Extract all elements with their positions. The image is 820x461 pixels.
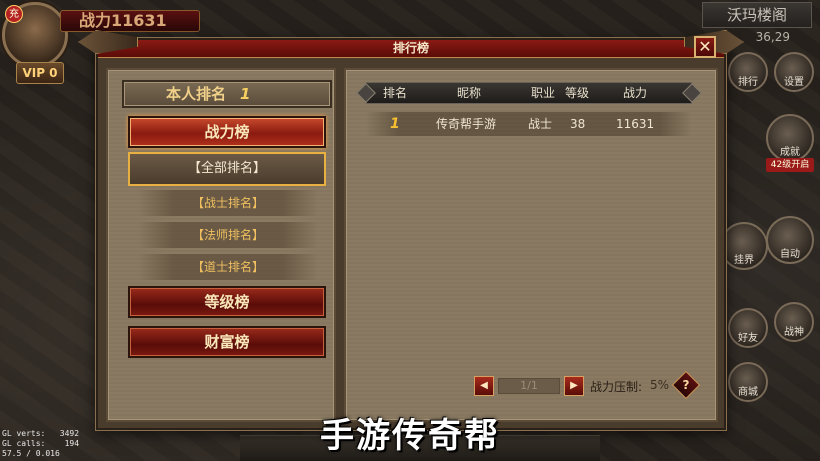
col-rank-header: 排名 <box>383 86 408 100</box>
dialog-title: 排行榜 <box>98 40 724 58</box>
row-name: 传奇帮手游 <box>436 117 497 131</box>
row-power: 11631 <box>616 117 655 131</box>
power-suppress-label: 战力压制: <box>590 380 643 394</box>
next-page-button[interactable]: ▶ <box>564 376 584 396</box>
filter-all-button[interactable]: 【全部排名】 <box>128 152 326 186</box>
self-rank-header: 本人排名 1 <box>122 80 332 108</box>
player-avatar[interactable]: 充 <box>2 2 68 68</box>
close-button[interactable]: ✕ <box>694 36 716 58</box>
col-power-header: 战力 <box>623 86 648 100</box>
filter-mage-button[interactable]: 【法师排名】 <box>138 222 318 248</box>
ranking-dialog: 排行榜 ✕ 本人排名 1 战力榜 【全部排名】 【战士排名】 【法师排名】 【道士… <box>78 30 726 430</box>
category-panel: 本人排名 1 战力榜 【全部排名】 【战士排名】 【法师排名】 【道士排名】 等级… <box>106 68 336 422</box>
header-diamond-left <box>356 83 376 103</box>
table-row[interactable]: 1 传奇帮手游 战士 38 11631 <box>366 112 692 136</box>
level-ranking-button[interactable]: 等级榜 <box>128 286 326 318</box>
col-name-header: 昵称 <box>457 86 482 100</box>
power-suppress-value: 5% <box>650 378 670 392</box>
help-button[interactable]: ? <box>671 370 701 400</box>
watermark: 手游传奇帮 <box>320 416 500 456</box>
ranking-list-panel: 排名 昵称 职业 等级 战力 1 传奇帮手游 战士 38 11631 ◀ 1/1… <box>344 68 718 422</box>
col-class-header: 职业 <box>531 86 556 100</box>
map-coords: 36,29 <box>755 30 790 44</box>
hang-side-icon[interactable]: 挂界 <box>720 222 768 270</box>
prev-page-button[interactable]: ◀ <box>474 376 494 396</box>
vip-badge[interactable]: VIP 0 <box>16 62 64 84</box>
settings-side-icon[interactable]: 设置 <box>774 52 814 92</box>
ranking-side-icon[interactable]: 排行 <box>728 52 768 92</box>
auto-battle-side-icon[interactable]: 自动 <box>766 216 814 264</box>
row-class: 战士 <box>528 117 553 131</box>
col-level-header: 等级 <box>565 86 590 100</box>
war-god-side-icon[interactable]: 战神 <box>774 302 814 342</box>
help-icon: ? <box>682 378 690 392</box>
row-rank: 1 <box>390 116 400 132</box>
self-rank-value: 1 <box>240 85 251 103</box>
header-diamond-right <box>682 83 702 103</box>
filter-warrior-button[interactable]: 【战士排名】 <box>138 190 318 216</box>
achievement-side-icon[interactable]: 成就 <box>766 114 814 162</box>
wealth-ranking-button[interactable]: 财富榜 <box>128 326 326 358</box>
self-rank-label: 本人排名 <box>166 85 227 103</box>
table-header: 排名 昵称 职业 等级 战力 <box>356 82 702 104</box>
page-indicator: 1/1 <box>498 378 560 394</box>
row-level: 38 <box>570 117 586 131</box>
power-display: 战力11631 <box>60 10 200 32</box>
shop-side-icon[interactable]: 商城 <box>728 362 768 402</box>
level-unlock-notice: 42级开启 <box>766 158 814 172</box>
power-ranking-button[interactable]: 战力榜 <box>128 116 326 148</box>
recharge-badge[interactable]: 充 <box>5 5 23 23</box>
map-name: 沃玛楼阁 <box>702 2 812 28</box>
friends-side-icon[interactable]: 好友 <box>728 308 768 348</box>
filter-taoist-button[interactable]: 【道士排名】 <box>138 254 318 280</box>
